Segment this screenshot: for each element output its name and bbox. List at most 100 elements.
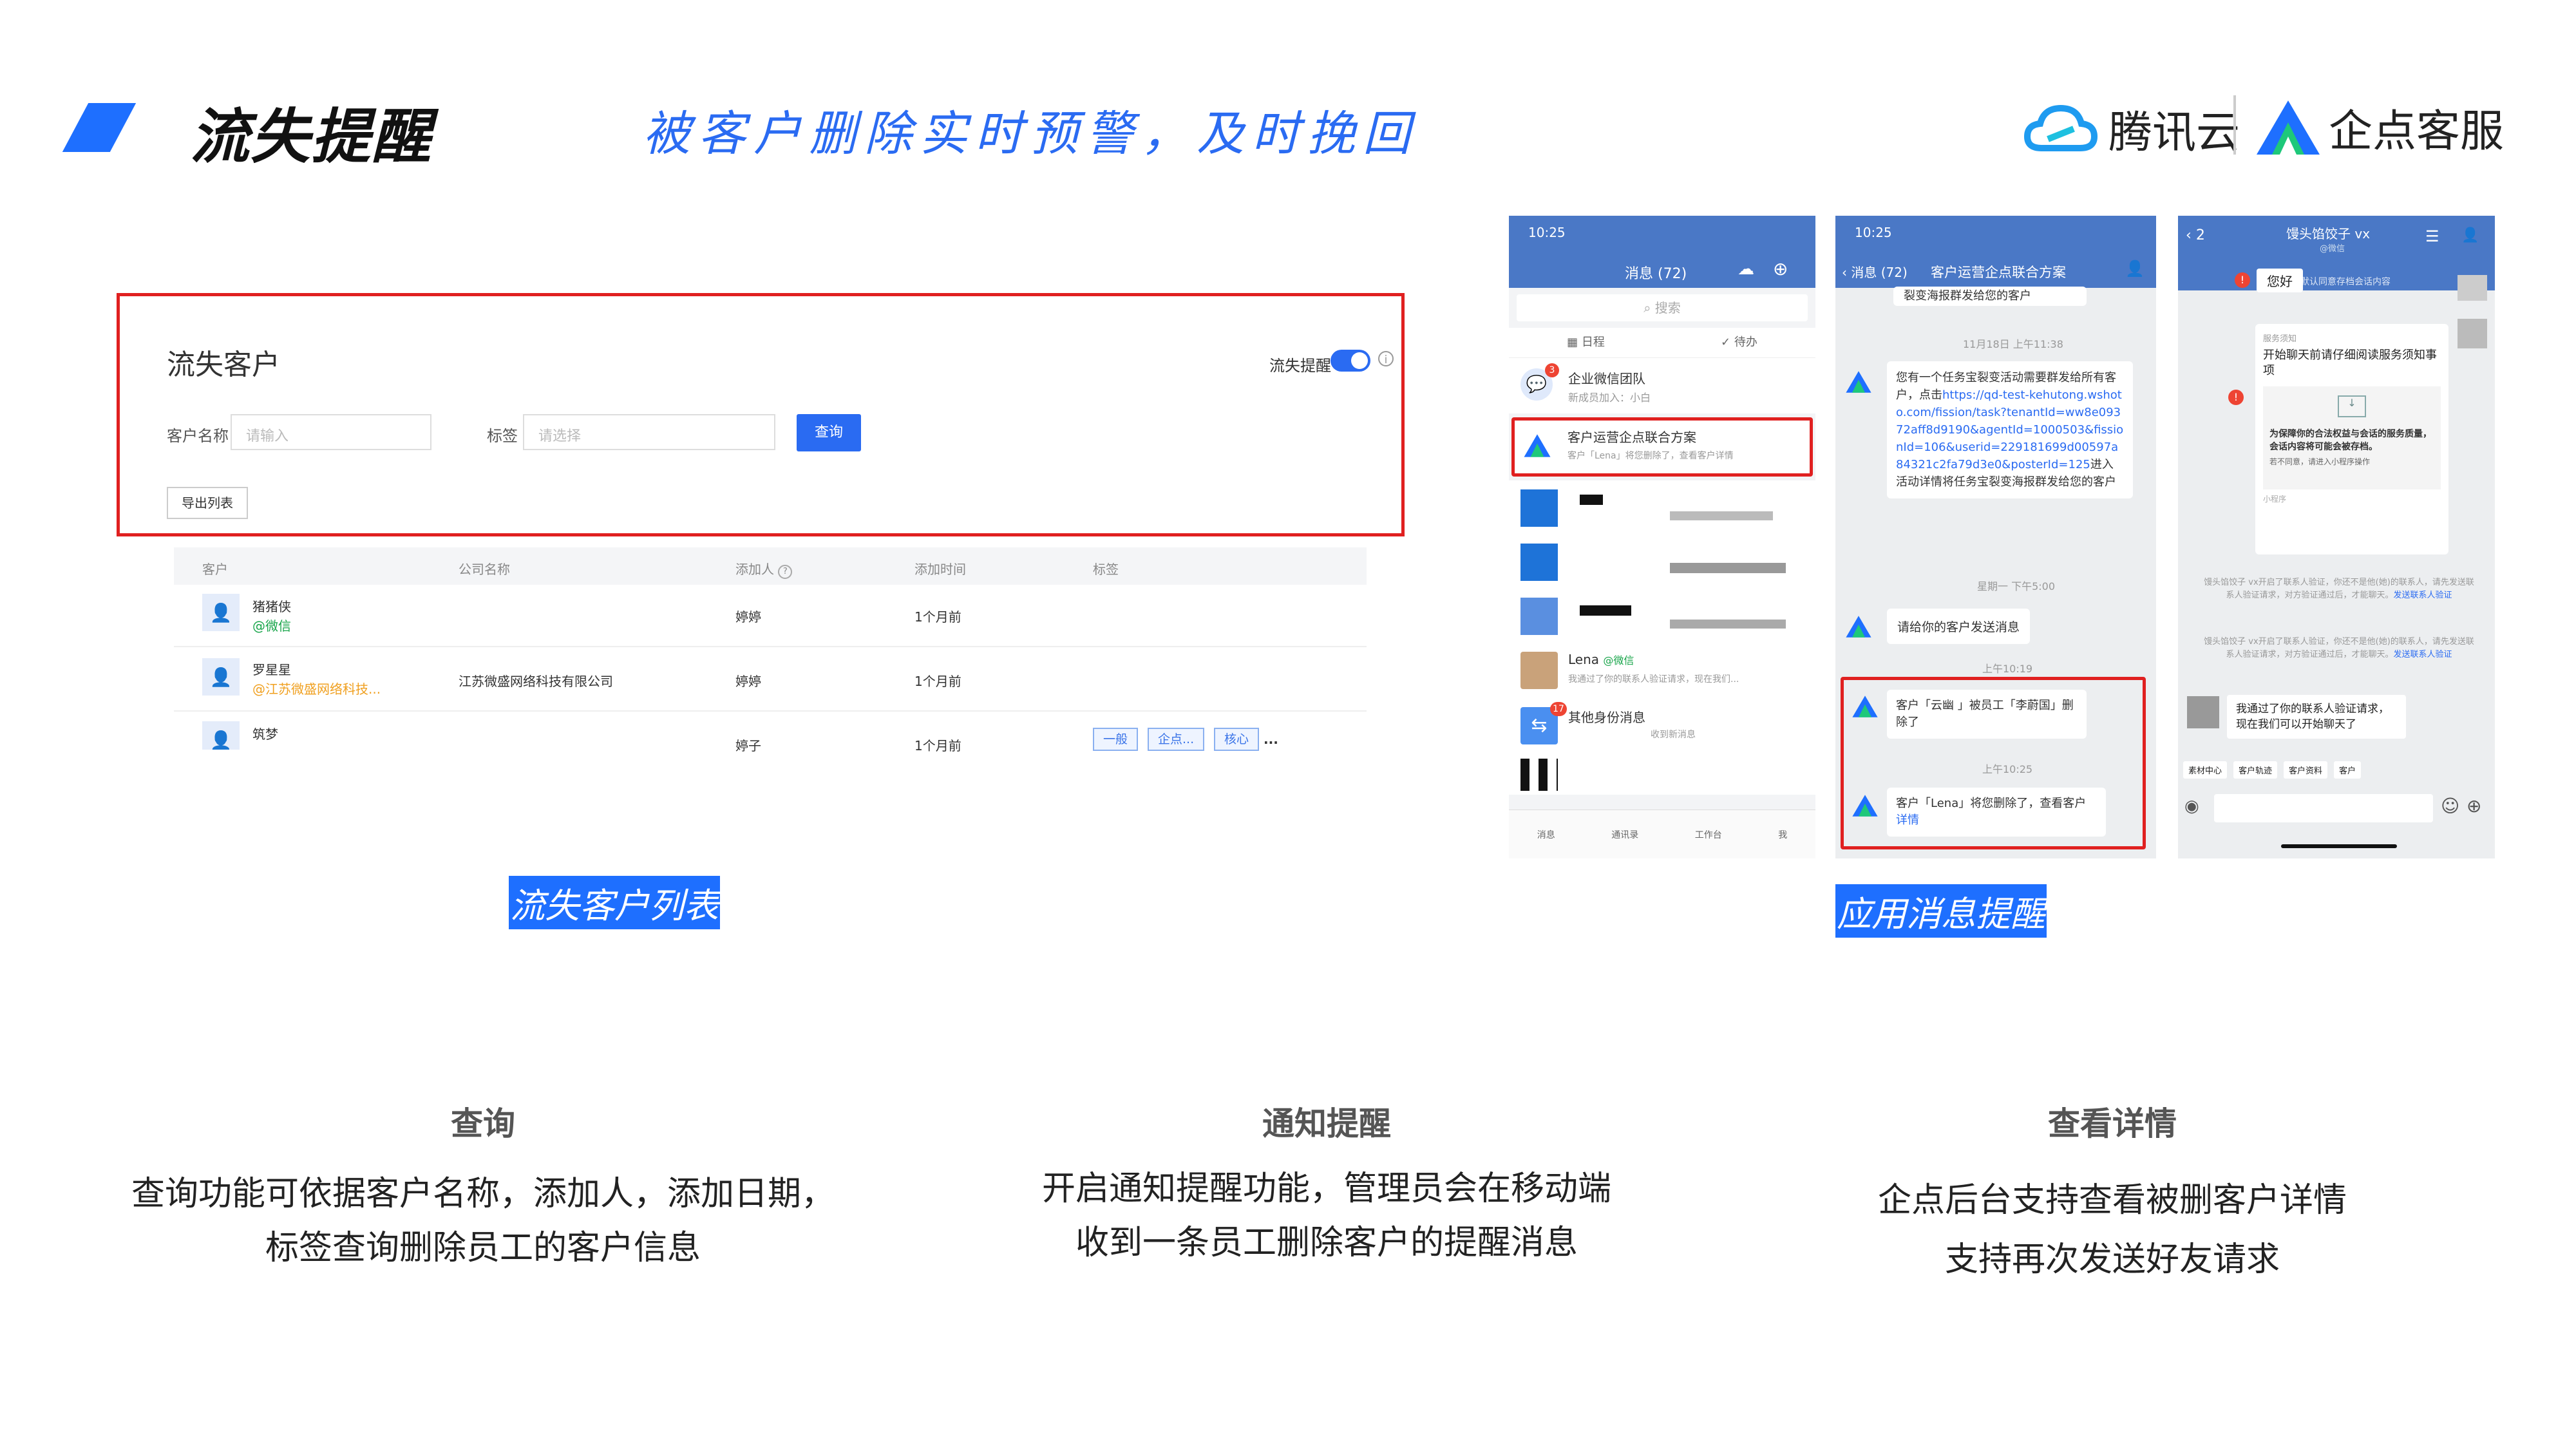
feature-line: 企点后台支持查看被删客户详情 xyxy=(1877,1181,2347,1220)
tool-more[interactable]: 客户 xyxy=(2334,761,2362,779)
cloud-icon[interactable]: ☁ xyxy=(1738,260,1754,279)
chat-item-lena[interactable]: Lena @微信 我通过了你的联系人验证请求，现在我们... xyxy=(1509,643,1815,698)
back-button[interactable]: ‹ 消息 (72) xyxy=(1842,262,1908,281)
chevron-left-icon: ‹ xyxy=(1842,265,1847,280)
qidian-label: 企点客服 xyxy=(2329,106,2505,157)
hello-bubble: 您好 xyxy=(2257,269,2303,292)
add-icon[interactable]: ⊕ xyxy=(1773,258,1788,279)
tool-trace[interactable]: 客户轨迹 xyxy=(2233,761,2278,779)
feature-desc-details: 企点后台支持查看被删客户详情 支持再次发送好友请求 xyxy=(1745,1171,2479,1289)
reply-bubble: 我通过了你的联系人验证请求，现在我们可以开始聊天了 xyxy=(2227,695,2406,739)
customer-name[interactable]: 猪猪侠 xyxy=(252,596,291,615)
tab-schedule[interactable]: ▦ 日程 xyxy=(1567,328,1605,357)
voice-icon[interactable]: ◉ xyxy=(2184,797,2199,816)
plus-icon[interactable]: ⊕ xyxy=(2467,795,2481,817)
caption-lost-list: 流失客户列表 xyxy=(509,876,720,929)
chat-title-sub: @微信 xyxy=(2320,244,2345,254)
caption-app-alert: 应用消息提醒 xyxy=(1835,884,2047,938)
phone-chat-detail: ‹ 2 馒头馅饺子 vx @微信 ☰ 👤 对方默认同意存档会话内容 ! 您好 !… xyxy=(2178,216,2495,858)
customer-source: @江苏微盛网络科技... xyxy=(252,681,381,697)
feature-title-details: 查看详情 xyxy=(2048,1105,2177,1142)
tab-todo[interactable]: ✓ 待办 xyxy=(1721,328,1757,357)
chat-item-blurred[interactable] xyxy=(1509,480,1815,535)
query-button[interactable]: 查询 xyxy=(797,414,861,451)
adder: 婷婷 xyxy=(735,674,761,689)
chat-item-other-identity[interactable]: ⇆ 17 其他身份消息 收到新消息 xyxy=(1509,698,1815,753)
add-time: 1个月前 xyxy=(914,738,961,753)
nav-contacts[interactable]: 通讯录 xyxy=(1611,828,1638,841)
customer-deleted-text: 客户「Lena」将您删除了，查看客户 xyxy=(1896,797,2087,810)
prev-message-snippet: 裂变海报群发给您的客户 xyxy=(1893,287,2087,306)
feature-desc-notify: 开启通知提醒功能，管理员会在移动端 收到一条员工删除客户的提醒消息 xyxy=(960,1162,1694,1270)
col-header-time: 添加时间 xyxy=(914,562,966,577)
phone2-header: 10:25 ‹ 消息 (72) 客户运营企点联合方案 👤 xyxy=(1835,216,2156,288)
search-bar[interactable]: ⌕ 搜索 xyxy=(1517,294,1808,321)
phone1-header: 10:25 消息 (72) ☁ ⊕ xyxy=(1509,216,1815,288)
send-verify-link[interactable]: 发送联系人验证 xyxy=(2394,650,2452,659)
customer-name[interactable]: 筑梦 xyxy=(252,724,278,743)
back-button[interactable]: ‹ 2 xyxy=(2186,227,2205,243)
timestamp: 上午10:19 xyxy=(1982,663,2033,675)
nav-me[interactable]: 我 xyxy=(1778,828,1787,841)
qidian-app-icon xyxy=(1524,434,1551,457)
tool-profile[interactable]: 客户资料 xyxy=(2284,761,2328,779)
tab-todo-label: 待办 xyxy=(1734,336,1757,349)
chat-item-blurred[interactable] xyxy=(1509,753,1815,795)
col-header-adder: 添加人 ? xyxy=(735,559,793,579)
check-icon: ✓ xyxy=(1721,336,1731,349)
tag-select[interactable]: 请选择 xyxy=(523,414,775,450)
customer-name[interactable]: 罗星星 xyxy=(252,659,291,678)
emoji-icon[interactable]: ☺ xyxy=(2441,795,2459,817)
feature-title-notify: 通知提醒 xyxy=(1262,1105,1391,1142)
blurred-preview xyxy=(1670,563,1786,573)
customer-name-input[interactable]: 请输入 xyxy=(231,414,431,450)
chat-item-blurred[interactable] xyxy=(1509,535,1815,589)
details-link[interactable]: 详情 xyxy=(1896,813,1919,827)
chat-preview: 客户「Lena」将您删除了，查看客户详情 xyxy=(1567,451,1734,461)
failed-icon[interactable]: ! xyxy=(2228,390,2244,405)
nav-messages[interactable]: 消息 xyxy=(1537,828,1555,841)
profile-icon[interactable]: 👤 xyxy=(2125,260,2145,278)
service-notice-card[interactable]: 服务须知 开始聊天前请仔细阅读服务须知事项 ↓ 为保障你的合法权益与会话的服务质… xyxy=(2255,324,2448,554)
more-tags[interactable]: ... xyxy=(1264,732,1278,747)
user-icon: 👤 xyxy=(209,601,232,623)
customer-tag: 企点... xyxy=(1148,728,1205,751)
tencent-cloud-logo: 腾讯云 xyxy=(2022,97,2240,160)
phone3-header: ‹ 2 馒头馅饺子 vx @微信 ☰ 👤 xyxy=(2178,216,2495,275)
user-icon: 👤 xyxy=(209,666,232,688)
chat-item-wecom-team[interactable]: 💬 3 企业微信团队 新成员加入：小白 xyxy=(1509,357,1815,413)
feature-line: 开启通知提醒功能，管理员会在移动端 xyxy=(1041,1170,1611,1208)
blurred-name xyxy=(1580,495,1603,505)
tool-material[interactable]: 素材中心 xyxy=(2183,761,2228,779)
timestamp: 上午10:25 xyxy=(1982,763,2033,775)
qidian-icon xyxy=(2257,100,2320,155)
tencent-cloud-icon xyxy=(2023,104,2098,151)
card-title: 开始聊天前请仔细阅读服务须知事项 xyxy=(2263,348,2437,377)
menu-icon[interactable]: ☰ xyxy=(2425,227,2439,245)
col-header-customer: 客户 xyxy=(202,562,228,577)
search-placeholder: 搜索 xyxy=(1654,300,1681,316)
export-list-button[interactable]: 导出列表 xyxy=(167,487,248,519)
info-icon[interactable]: i xyxy=(1378,351,1394,366)
col-header-tags: 标签 xyxy=(1093,562,1119,577)
card-header: 服务须知 xyxy=(2263,334,2297,344)
home-indicator xyxy=(2281,844,2397,848)
send-verify-link[interactable]: 发送联系人验证 xyxy=(2394,591,2452,600)
help-icon[interactable]: ? xyxy=(778,565,793,579)
churn-alert-toggle[interactable] xyxy=(1331,350,1370,372)
chat-name: Lena @微信 xyxy=(1568,652,1634,667)
add-time: 1个月前 xyxy=(914,674,961,689)
blurred-preview xyxy=(1670,620,1786,629)
unread-badge: 17 xyxy=(1550,702,1567,716)
page-title: 流失提醒 xyxy=(190,102,433,171)
chat-item-blurred[interactable] xyxy=(1509,589,1815,643)
chat-item-app-alert[interactable]: 客户运营企点联合方案 客户「Lena」将您删除了，查看客户详情 xyxy=(1511,417,1813,477)
failed-icon[interactable]: ! xyxy=(2235,272,2250,288)
nav-workbench[interactable]: 工作台 xyxy=(1695,828,1722,841)
customer-tag: 一般 xyxy=(1093,728,1139,751)
message-input[interactable] xyxy=(2214,794,2433,822)
chat-title: 馒头馅饺子 vx xyxy=(2286,226,2371,242)
profile-icon[interactable]: 👤 xyxy=(2461,227,2479,243)
avatar: 👤 xyxy=(202,594,240,631)
feature-line: 查询功能可依据客户名称，添加人，添加日期， xyxy=(131,1175,835,1213)
